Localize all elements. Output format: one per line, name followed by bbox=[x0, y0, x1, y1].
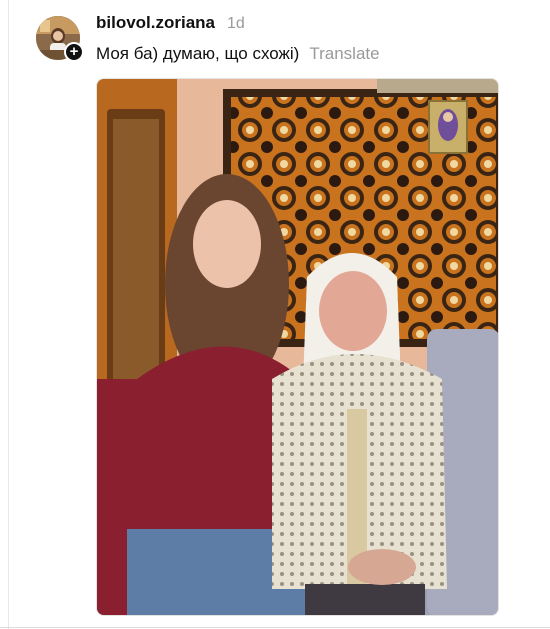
caption-row: Моя ба) думаю, що схожі) Translate bbox=[96, 44, 380, 68]
avatar-container[interactable]: + bbox=[36, 16, 84, 62]
post-timestamp[interactable]: 1d bbox=[227, 15, 245, 33]
bottom-divider bbox=[0, 627, 550, 628]
follow-plus-icon[interactable]: + bbox=[64, 42, 84, 62]
post-caption: Моя ба) думаю, що схожі) bbox=[96, 44, 300, 63]
translate-button[interactable]: Translate bbox=[309, 44, 379, 64]
post-header: bilovol.zoriana 1d bbox=[96, 13, 245, 37]
thread-divider-line bbox=[8, 0, 9, 629]
post-photo[interactable] bbox=[96, 78, 499, 616]
username-link[interactable]: bilovol.zoriana bbox=[96, 13, 215, 33]
